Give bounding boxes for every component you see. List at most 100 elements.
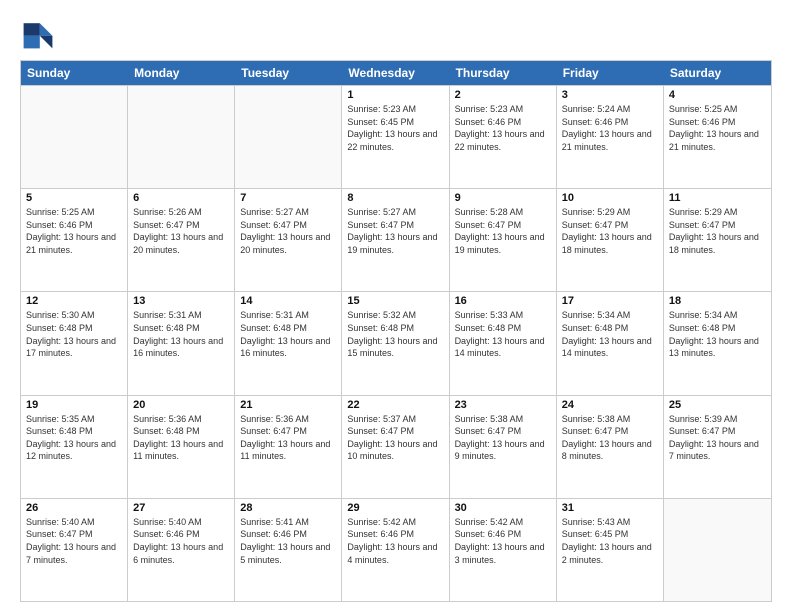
day-cell-11: 11 Sunrise: 5:29 AM Sunset: 6:47 PM Dayli…: [664, 189, 771, 291]
day-number: 8: [347, 192, 443, 204]
day-cell-17: 17 Sunrise: 5:34 AM Sunset: 6:48 PM Dayli…: [557, 292, 664, 394]
day-number: 19: [26, 399, 122, 411]
day-info: Sunrise: 5:41 AM Sunset: 6:46 PM Dayligh…: [240, 516, 336, 566]
day-info: Sunrise: 5:38 AM Sunset: 6:47 PM Dayligh…: [455, 413, 551, 463]
day-cell-6: 6 Sunrise: 5:26 AM Sunset: 6:47 PM Daylig…: [128, 189, 235, 291]
day-cell-24: 24 Sunrise: 5:38 AM Sunset: 6:47 PM Dayli…: [557, 396, 664, 498]
day-info: Sunrise: 5:39 AM Sunset: 6:47 PM Dayligh…: [669, 413, 766, 463]
calendar-row-1: 1 Sunrise: 5:23 AM Sunset: 6:45 PM Daylig…: [21, 85, 771, 188]
day-cell-26: 26 Sunrise: 5:40 AM Sunset: 6:47 PM Dayli…: [21, 499, 128, 601]
calendar-header: SundayMondayTuesdayWednesdayThursdayFrid…: [21, 61, 771, 85]
calendar-row-5: 26 Sunrise: 5:40 AM Sunset: 6:47 PM Dayli…: [21, 498, 771, 601]
day-cell-4: 4 Sunrise: 5:25 AM Sunset: 6:46 PM Daylig…: [664, 86, 771, 188]
day-info: Sunrise: 5:40 AM Sunset: 6:46 PM Dayligh…: [133, 516, 229, 566]
weekday-header-friday: Friday: [557, 61, 664, 85]
day-cell-18: 18 Sunrise: 5:34 AM Sunset: 6:48 PM Dayli…: [664, 292, 771, 394]
empty-cell: [235, 86, 342, 188]
weekday-header-monday: Monday: [128, 61, 235, 85]
day-cell-29: 29Sunrise: 5:42 AM Sunset: 6:46 PM Dayli…: [342, 499, 449, 601]
day-cell-23: 23 Sunrise: 5:38 AM Sunset: 6:47 PM Dayli…: [450, 396, 557, 498]
day-number: 11: [669, 192, 766, 204]
day-number: 26: [26, 502, 122, 514]
day-number: 28: [240, 502, 336, 514]
day-info: Sunrise: 5:25 AM Sunset: 6:46 PM Dayligh…: [669, 103, 766, 153]
day-cell-20: 20 Sunrise: 5:36 AM Sunset: 6:48 PM Dayli…: [128, 396, 235, 498]
day-cell-25: 25Sunrise: 5:39 AM Sunset: 6:47 PM Dayli…: [664, 396, 771, 498]
day-info: Sunrise: 5:36 AM Sunset: 6:47 PM Dayligh…: [240, 413, 336, 463]
day-info: Sunrise: 5:29 AM Sunset: 6:47 PM Dayligh…: [669, 206, 766, 256]
day-info: Sunrise: 5:24 AM Sunset: 6:46 PM Dayligh…: [562, 103, 658, 153]
day-number: 14: [240, 295, 336, 307]
calendar: SundayMondayTuesdayWednesdayThursdayFrid…: [20, 60, 772, 602]
day-info: Sunrise: 5:25 AM Sunset: 6:46 PM Dayligh…: [26, 206, 122, 256]
day-info: Sunrise: 5:27 AM Sunset: 6:47 PM Dayligh…: [347, 206, 443, 256]
day-number: 20: [133, 399, 229, 411]
day-info: Sunrise: 5:42 AM Sunset: 6:46 PM Dayligh…: [455, 516, 551, 566]
day-number: 7: [240, 192, 336, 204]
day-cell-10: 10 Sunrise: 5:29 AM Sunset: 6:47 PM Dayli…: [557, 189, 664, 291]
empty-cell: [21, 86, 128, 188]
day-number: 18: [669, 295, 766, 307]
day-number: 17: [562, 295, 658, 307]
day-info: Sunrise: 5:34 AM Sunset: 6:48 PM Dayligh…: [562, 309, 658, 359]
day-info: Sunrise: 5:38 AM Sunset: 6:47 PM Dayligh…: [562, 413, 658, 463]
day-info: Sunrise: 5:31 AM Sunset: 6:48 PM Dayligh…: [133, 309, 229, 359]
day-info: Sunrise: 5:32 AM Sunset: 6:48 PM Dayligh…: [347, 309, 443, 359]
day-info: Sunrise: 5:42 AM Sunset: 6:46 PM Dayligh…: [347, 516, 443, 566]
day-info: Sunrise: 5:40 AM Sunset: 6:47 PM Dayligh…: [26, 516, 122, 566]
day-number: 16: [455, 295, 551, 307]
day-info: Sunrise: 5:36 AM Sunset: 6:48 PM Dayligh…: [133, 413, 229, 463]
calendar-row-3: 12Sunrise: 5:30 AM Sunset: 6:48 PM Dayli…: [21, 291, 771, 394]
day-number: 27: [133, 502, 229, 514]
weekday-header-sunday: Sunday: [21, 61, 128, 85]
day-info: Sunrise: 5:35 AM Sunset: 6:48 PM Dayligh…: [26, 413, 122, 463]
day-cell-28: 28 Sunrise: 5:41 AM Sunset: 6:46 PM Dayli…: [235, 499, 342, 601]
day-number: 2: [455, 89, 551, 101]
day-cell-27: 27 Sunrise: 5:40 AM Sunset: 6:46 PM Dayli…: [128, 499, 235, 601]
day-number: 6: [133, 192, 229, 204]
day-info: Sunrise: 5:37 AM Sunset: 6:47 PM Dayligh…: [347, 413, 443, 463]
empty-cell: [664, 499, 771, 601]
day-cell-7: 7Sunrise: 5:27 AM Sunset: 6:47 PM Daylig…: [235, 189, 342, 291]
day-number: 13: [133, 295, 229, 307]
day-cell-30: 30 Sunrise: 5:42 AM Sunset: 6:46 PM Dayli…: [450, 499, 557, 601]
day-cell-8: 8 Sunrise: 5:27 AM Sunset: 6:47 PM Daylig…: [342, 189, 449, 291]
day-info: Sunrise: 5:43 AM Sunset: 6:45 PM Dayligh…: [562, 516, 658, 566]
day-info: Sunrise: 5:31 AM Sunset: 6:48 PM Dayligh…: [240, 309, 336, 359]
day-cell-9: 9Sunrise: 5:28 AM Sunset: 6:47 PM Daylig…: [450, 189, 557, 291]
day-cell-2: 2Sunrise: 5:23 AM Sunset: 6:46 PM Daylig…: [450, 86, 557, 188]
day-cell-1: 1 Sunrise: 5:23 AM Sunset: 6:45 PM Daylig…: [342, 86, 449, 188]
weekday-header-wednesday: Wednesday: [342, 61, 449, 85]
day-number: 21: [240, 399, 336, 411]
calendar-row-4: 19 Sunrise: 5:35 AM Sunset: 6:48 PM Dayli…: [21, 395, 771, 498]
day-cell-31: 31Sunrise: 5:43 AM Sunset: 6:45 PM Dayli…: [557, 499, 664, 601]
day-info: Sunrise: 5:30 AM Sunset: 6:48 PM Dayligh…: [26, 309, 122, 359]
day-number: 4: [669, 89, 766, 101]
day-number: 10: [562, 192, 658, 204]
day-number: 23: [455, 399, 551, 411]
day-number: 22: [347, 399, 443, 411]
day-number: 30: [455, 502, 551, 514]
calendar-row-2: 5Sunrise: 5:25 AM Sunset: 6:46 PM Daylig…: [21, 188, 771, 291]
header: [20, 16, 772, 52]
weekday-header-thursday: Thursday: [450, 61, 557, 85]
day-info: Sunrise: 5:23 AM Sunset: 6:45 PM Dayligh…: [347, 103, 443, 153]
weekday-header-tuesday: Tuesday: [235, 61, 342, 85]
page: SundayMondayTuesdayWednesdayThursdayFrid…: [0, 0, 792, 612]
weekday-header-saturday: Saturday: [664, 61, 771, 85]
day-cell-13: 13 Sunrise: 5:31 AM Sunset: 6:48 PM Dayli…: [128, 292, 235, 394]
day-cell-3: 3Sunrise: 5:24 AM Sunset: 6:46 PM Daylig…: [557, 86, 664, 188]
day-number: 1: [347, 89, 443, 101]
logo-icon: [20, 16, 56, 52]
day-info: Sunrise: 5:26 AM Sunset: 6:47 PM Dayligh…: [133, 206, 229, 256]
day-number: 24: [562, 399, 658, 411]
day-number: 15: [347, 295, 443, 307]
day-info: Sunrise: 5:28 AM Sunset: 6:47 PM Dayligh…: [455, 206, 551, 256]
day-info: Sunrise: 5:29 AM Sunset: 6:47 PM Dayligh…: [562, 206, 658, 256]
day-info: Sunrise: 5:34 AM Sunset: 6:48 PM Dayligh…: [669, 309, 766, 359]
day-info: Sunrise: 5:33 AM Sunset: 6:48 PM Dayligh…: [455, 309, 551, 359]
day-cell-21: 21 Sunrise: 5:36 AM Sunset: 6:47 PM Dayli…: [235, 396, 342, 498]
day-cell-5: 5Sunrise: 5:25 AM Sunset: 6:46 PM Daylig…: [21, 189, 128, 291]
day-cell-22: 22 Sunrise: 5:37 AM Sunset: 6:47 PM Dayli…: [342, 396, 449, 498]
day-cell-14: 14 Sunrise: 5:31 AM Sunset: 6:48 PM Dayli…: [235, 292, 342, 394]
